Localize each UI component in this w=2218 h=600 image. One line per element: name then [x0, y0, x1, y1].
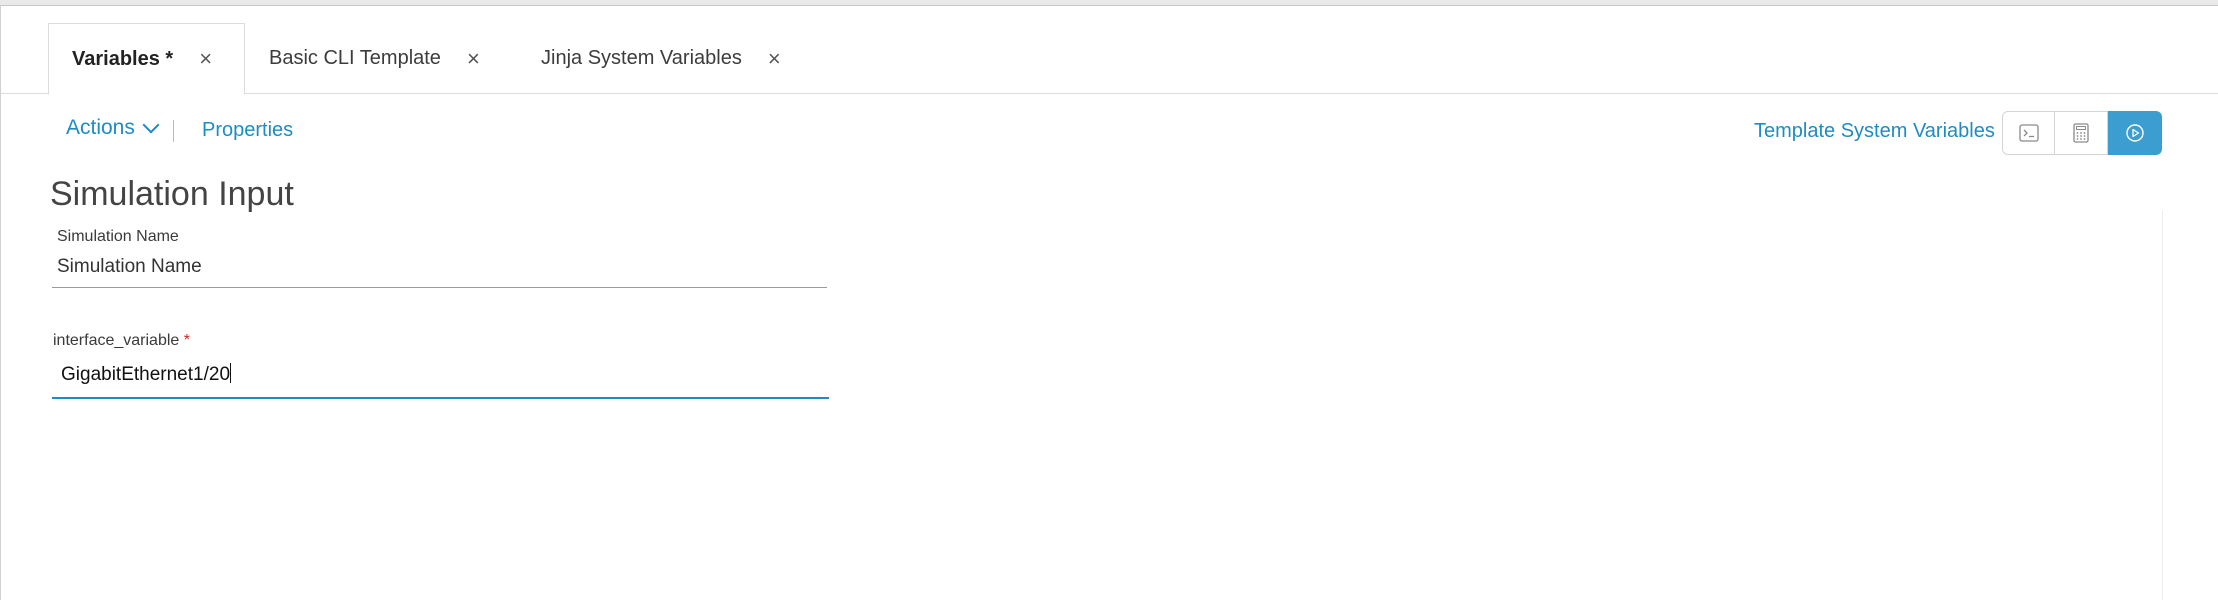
interface-variable-label-text: interface_variable [53, 332, 180, 349]
tab-basic-cli-template[interactable]: Basic CLI Template × [269, 23, 480, 94]
tab-variables[interactable]: Variables * × [48, 23, 245, 95]
actions-dropdown[interactable]: Actions [66, 116, 160, 140]
view-button-group [2002, 111, 2162, 155]
interface-variable-input[interactable]: GigabitEthernet1/20 [61, 363, 232, 386]
close-icon[interactable]: × [199, 48, 212, 70]
close-icon[interactable]: × [768, 47, 781, 70]
simulation-name-input[interactable]: Simulation Name [57, 256, 202, 278]
tab-label: Basic CLI Template [269, 47, 441, 69]
tab-jinja-system-variables[interactable]: Jinja System Variables × [541, 23, 781, 94]
simulation-name-underline [52, 287, 827, 288]
play-circle-icon [2125, 124, 2144, 142]
required-marker: * [183, 332, 190, 349]
calculator-icon [2073, 123, 2089, 143]
close-icon[interactable]: × [467, 47, 480, 70]
app-window: Variables * × Basic CLI Template × Jinja… [0, 0, 2218, 600]
tab-label: Variables * [72, 47, 174, 70]
text-caret [230, 363, 232, 383]
toolbar-divider [173, 120, 174, 142]
template-system-variables-link[interactable]: Template System Variables [1754, 120, 1995, 143]
terminal-icon [2018, 124, 2039, 142]
actions-label: Actions [66, 116, 135, 139]
section-title: Simulation Input [50, 175, 294, 213]
chevron-down-icon [142, 116, 160, 134]
interface-variable-value: GigabitEthernet1/20 [61, 364, 231, 385]
calculator-button[interactable] [2055, 111, 2108, 155]
window-left-border [0, 6, 1, 600]
tab-bar: Variables * × Basic CLI Template × Jinja… [1, 6, 2218, 95]
simulate-run-button[interactable] [2108, 111, 2162, 155]
terminal-button[interactable] [2002, 111, 2055, 155]
properties-link[interactable]: Properties [202, 119, 293, 142]
tab-label: Jinja System Variables [541, 47, 742, 69]
simulation-name-label: Simulation Name [57, 228, 179, 245]
simulation-panel [30, 210, 2163, 600]
interface-variable-label: interface_variable * [53, 332, 190, 350]
interface-variable-underline [52, 397, 829, 399]
